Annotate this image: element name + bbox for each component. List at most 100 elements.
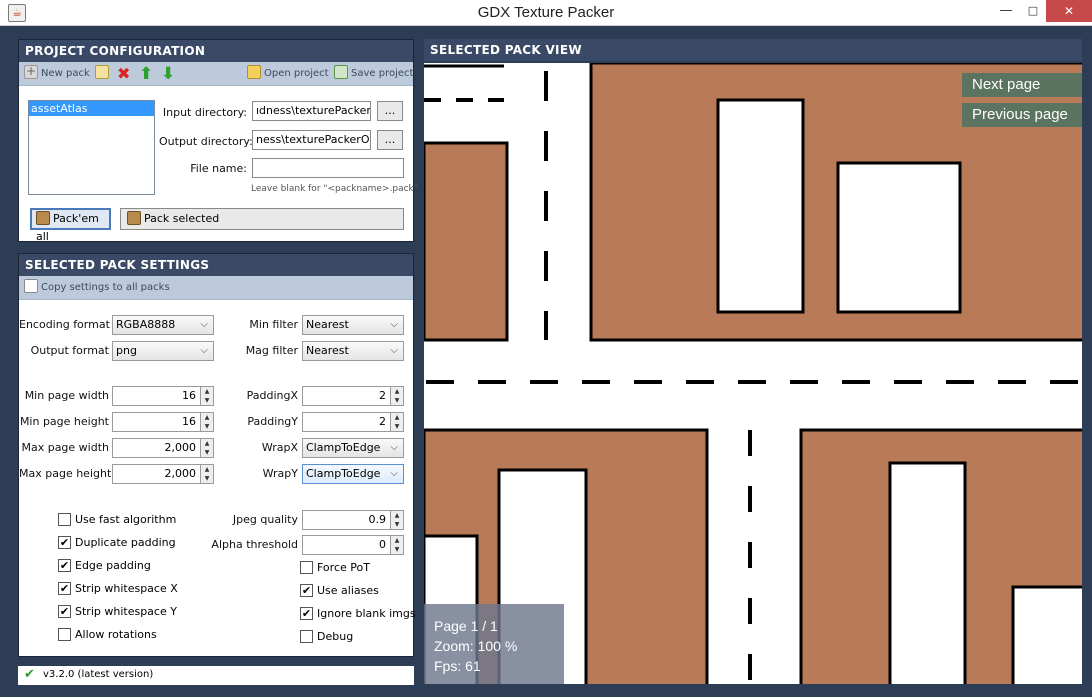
padding-x-value: 2: [379, 389, 386, 402]
allow-rotations-label: Allow rotations: [75, 628, 157, 641]
close-button[interactable]: ✕: [1046, 0, 1092, 22]
force-pot-checkbox[interactable]: Force PoT: [300, 560, 370, 575]
rename-pack-button[interactable]: [95, 65, 112, 83]
wrap-x-select[interactable]: ClampToEdge ⌵: [302, 438, 404, 458]
min-page-height-value: 16: [182, 415, 196, 428]
checkbox-box[interactable]: [58, 512, 71, 526]
new-pack-button[interactable]: + New pack: [24, 65, 90, 83]
move-down-button[interactable]: ⬇: [161, 65, 175, 83]
next-page-button[interactable]: Next page: [962, 73, 1082, 97]
checkbox-box[interactable]: [58, 627, 71, 641]
wrap-x-label: WrapX: [261, 441, 298, 454]
page-indicator: Page 1 / 1: [434, 618, 498, 634]
checkmark-icon[interactable]: ✔: [58, 581, 71, 595]
debug-checkbox[interactable]: Debug: [300, 629, 354, 644]
checkmark-icon[interactable]: ✔: [58, 535, 71, 549]
max-page-height-value: 2,000: [164, 467, 197, 480]
min-page-width-spinner[interactable]: 16 ▲ ▼: [112, 386, 214, 406]
min-page-width-value: 16: [182, 389, 196, 402]
use-fast-algorithm-checkbox[interactable]: Use fast algorithm: [58, 512, 176, 527]
checkmark-icon[interactable]: ✔: [58, 604, 71, 618]
padding-y-spinner[interactable]: 2 ▲ ▼: [302, 412, 404, 432]
folder-open-icon: [247, 65, 261, 79]
project-configuration-header: PROJECT CONFIGURATION: [19, 40, 413, 62]
edge-padding-label: Edge padding: [75, 559, 151, 572]
pack-list-item[interactable]: assetAtlas: [29, 101, 154, 116]
alpha-threshold-spinner[interactable]: 0 ▲ ▼: [302, 535, 404, 555]
project-toolbar: + New pack ✖ ⬆ ⬇ Open project Save projec…: [19, 62, 413, 86]
pencil-icon: [95, 65, 109, 79]
open-project-button[interactable]: Open project: [247, 65, 329, 83]
wrap-y-select[interactable]: ClampToEdge ⌵: [302, 464, 404, 484]
file-name-field[interactable]: [252, 158, 404, 178]
spinner-arrows-icon[interactable]: ▲ ▼: [390, 387, 403, 405]
spinner-arrows-icon[interactable]: ▲ ▼: [390, 511, 403, 529]
move-up-button[interactable]: ⬆: [139, 65, 153, 83]
encoding-format-select[interactable]: RGBA8888 ⌵: [112, 315, 214, 335]
pack-list[interactable]: assetAtlas: [28, 100, 155, 195]
checkmark-icon[interactable]: ✔: [300, 606, 313, 620]
pack-all-button[interactable]: Pack'em all: [30, 208, 111, 243]
chevron-down-icon: ⌵: [390, 442, 398, 453]
output-directory-field[interactable]: ness\texturePackerOut: [252, 130, 371, 150]
red-x-icon: ✖: [117, 64, 131, 83]
delete-pack-button[interactable]: ✖: [117, 65, 130, 83]
strip-whitespace-y-checkbox[interactable]: ✔ Strip whitespace Y: [58, 604, 177, 619]
pack-view-canvas[interactable]: [424, 63, 1082, 684]
minimize-button[interactable]: —: [992, 0, 1020, 22]
padding-x-spinner[interactable]: 2 ▲ ▼: [302, 386, 404, 406]
wrap-y-value: ClampToEdge: [306, 467, 381, 480]
encoding-format-label: Encoding format: [19, 318, 110, 331]
min-page-height-label: Min page height: [19, 415, 109, 428]
maximize-button[interactable]: □: [1020, 0, 1046, 22]
spinner-arrows-icon[interactable]: ▲ ▼: [390, 536, 403, 554]
mag-filter-label: Mag filter: [245, 344, 298, 357]
wrap-y-label: WrapY: [262, 467, 298, 480]
pack-selected-button[interactable]: Pack selected: [120, 208, 404, 230]
output-format-select[interactable]: png ⌵: [112, 341, 214, 361]
use-aliases-checkbox[interactable]: ✔ Use aliases: [300, 583, 379, 598]
checkbox-box[interactable]: [300, 560, 313, 574]
spinner-arrows-icon[interactable]: ▲ ▼: [390, 413, 403, 431]
duplicate-padding-checkbox[interactable]: ✔ Duplicate padding: [58, 535, 176, 550]
arrow-up-icon: ⬆: [139, 64, 154, 84]
checkmark-icon[interactable]: ✔: [300, 583, 313, 597]
spinner-arrows-icon[interactable]: ▲ ▼: [200, 465, 213, 483]
max-page-width-spinner[interactable]: 2,000 ▲ ▼: [112, 438, 214, 458]
edge-padding-checkbox[interactable]: ✔ Edge padding: [58, 558, 151, 573]
spinner-arrows-icon[interactable]: ▲ ▼: [200, 387, 213, 405]
pack-icon: [127, 211, 141, 225]
copy-settings-button[interactable]: Copy settings to all packs: [24, 279, 170, 297]
duplicate-padding-label: Duplicate padding: [75, 536, 176, 549]
jpeg-quality-spinner[interactable]: 0.9 ▲ ▼: [302, 510, 404, 530]
previous-page-button[interactable]: Previous page: [962, 103, 1082, 127]
title-bar: ☕ GDX Texture Packer — □ ✕: [0, 0, 1092, 26]
jpeg-quality-value: 0.9: [368, 513, 387, 526]
max-page-height-spinner[interactable]: 2,000 ▲ ▼: [112, 464, 214, 484]
pack-icon: [36, 211, 50, 225]
copy-settings-label: Copy settings to all packs: [41, 282, 170, 293]
input-directory-browse-button[interactable]: ...: [377, 101, 403, 121]
min-filter-select[interactable]: Nearest ⌵: [302, 315, 404, 335]
min-page-height-spinner[interactable]: 16 ▲ ▼: [112, 412, 214, 432]
output-directory-browse-button[interactable]: ...: [377, 130, 403, 150]
save-project-button[interactable]: Save project: [334, 65, 413, 83]
force-pot-label: Force PoT: [317, 561, 370, 574]
texture-atlas-image: [424, 63, 1082, 684]
zoom-indicator: Zoom: 100 %: [434, 638, 518, 654]
checkbox-box[interactable]: [300, 629, 313, 643]
wrap-x-value: ClampToEdge: [306, 441, 381, 454]
ignore-blank-imgs-checkbox[interactable]: ✔ Ignore blank imgs: [300, 606, 416, 621]
debug-label: Debug: [317, 630, 354, 643]
checkmark-icon[interactable]: ✔: [58, 558, 71, 572]
fps-indicator: Fps: 61: [434, 658, 481, 674]
spinner-arrows-icon[interactable]: ▲ ▼: [200, 413, 213, 431]
mag-filter-select[interactable]: Nearest ⌵: [302, 341, 404, 361]
pack-settings-header: SELECTED PACK SETTINGS: [19, 254, 413, 276]
allow-rotations-checkbox[interactable]: Allow rotations: [58, 627, 157, 642]
min-filter-value: Nearest: [306, 318, 349, 331]
spinner-arrows-icon[interactable]: ▲ ▼: [200, 439, 213, 457]
input-directory-field[interactable]: ıdness\texturePackerIn: [252, 101, 371, 121]
strip-whitespace-x-checkbox[interactable]: ✔ Strip whitespace X: [58, 581, 178, 596]
file-name-hint: Leave blank for "<packname>.pack": [251, 184, 418, 194]
